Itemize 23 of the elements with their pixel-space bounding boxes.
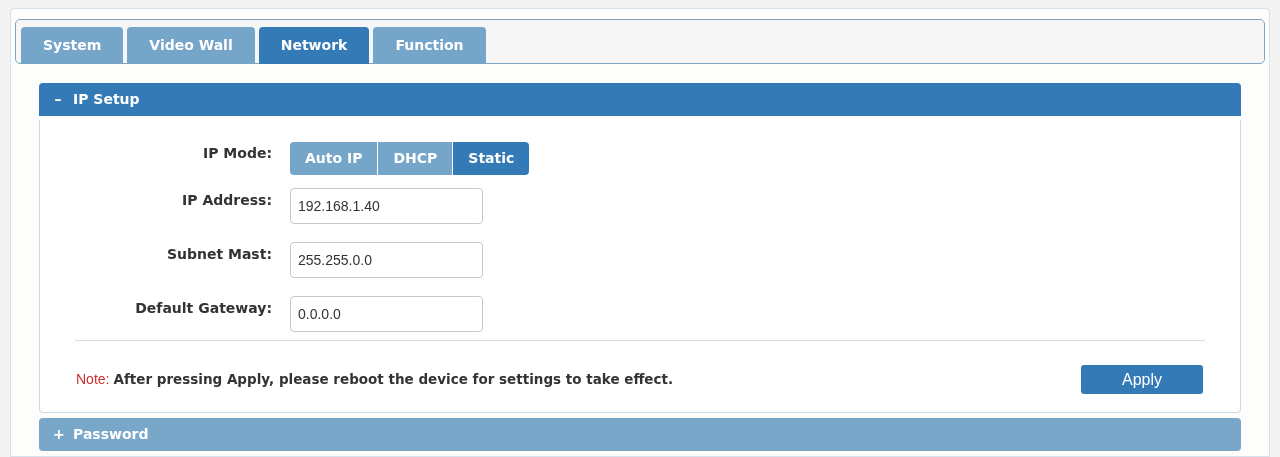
field-label: IP Address:: [181, 191, 273, 210]
tab[interactable]: Function: [373, 27, 486, 64]
section-title: Password: [73, 425, 149, 444]
input-field[interactable]: 0.0.0.0: [290, 296, 483, 332]
mode-button[interactable]: Auto IP: [290, 141, 378, 175]
input-field[interactable]: 255.255.0.0: [290, 242, 483, 278]
field-label: Default Gateway:: [134, 299, 273, 318]
section-header[interactable]: + Password: [39, 418, 1241, 451]
collapse-icon: –: [53, 89, 63, 110]
field-label: IP Mode:: [202, 143, 273, 163]
tab[interactable]: Video Wall: [127, 27, 255, 64]
note-label: Note:: [76, 370, 110, 389]
apply-button[interactable]: Apply: [1081, 365, 1203, 394]
tab[interactable]: System: [21, 27, 124, 64]
section-header[interactable]: – IP Setup: [39, 83, 1241, 116]
note-text: After pressing Apply, please reboot the device for settings to take effect.: [113, 370, 674, 389]
section-title: IP Setup: [73, 90, 140, 109]
expand-icon: +: [53, 424, 63, 445]
mode-button[interactable]: Static: [453, 141, 530, 175]
field-label: Subnet Mast:: [165, 245, 273, 264]
mode-button[interactable]: DHCP: [378, 141, 453, 175]
tab[interactable]: Network: [258, 27, 370, 64]
input-field[interactable]: 192.168.1.40: [290, 188, 483, 224]
